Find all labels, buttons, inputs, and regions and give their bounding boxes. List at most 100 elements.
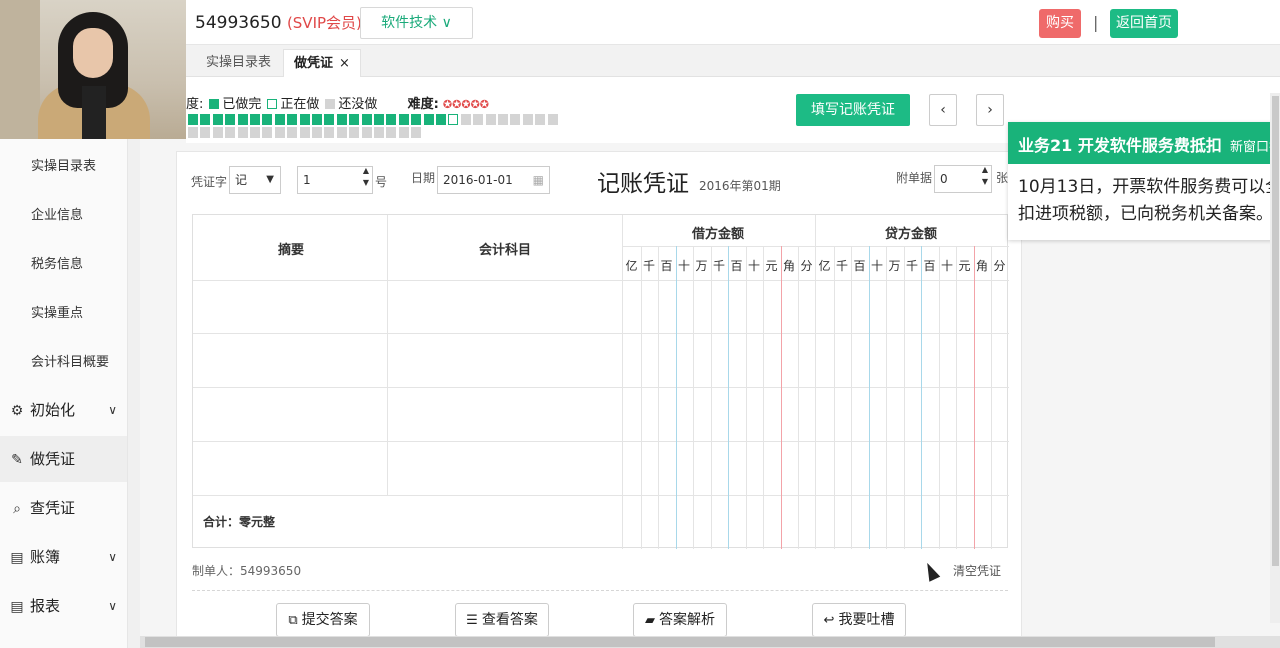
- horizontal-scroll-thumb[interactable]: [145, 637, 1215, 647]
- progress-cell[interactable]: [510, 114, 521, 125]
- stepper-arrows-icon[interactable]: ▲ ▼: [982, 164, 988, 188]
- sidebar-item-query-voucher[interactable]: ⌕ 查凭证: [0, 485, 127, 531]
- sidebar-item-key-points[interactable]: 实操重点: [31, 302, 83, 321]
- sidebar-item-init[interactable]: ⚙ 初始化 ∨: [0, 387, 127, 433]
- sidebar-label: 做凭证: [30, 450, 76, 468]
- sidebar-item-reports[interactable]: ▤ 报表 ∨: [0, 583, 127, 629]
- date-input[interactable]: 2016-01-01 ▦: [437, 166, 550, 194]
- sidebar-item-account-overview[interactable]: 会计科目概要: [31, 351, 109, 370]
- folder-open-icon: ▰: [645, 613, 655, 628]
- progress-cell[interactable]: [287, 127, 298, 138]
- attach-count-stepper[interactable]: 0 ▲ ▼: [934, 165, 992, 193]
- digit-header: 千: [835, 259, 848, 273]
- calendar-icon[interactable]: ▦: [533, 167, 544, 193]
- progress-cell[interactable]: [250, 127, 260, 138]
- progress-cell[interactable]: [225, 114, 236, 125]
- external-link-icon: ⧉: [288, 613, 298, 628]
- task-panel: 业务21 开发软件服务费抵扣 新窗口打开 10月13日，开票软件服务费可以全额抵…: [1008, 122, 1280, 240]
- sidebar-item-ledger[interactable]: ▤ 账簿 ∨: [0, 534, 127, 580]
- sidebar-label: 报表: [30, 597, 61, 615]
- progress-cell[interactable]: [262, 114, 273, 125]
- progress-cell[interactable]: [349, 114, 360, 125]
- progress-cell[interactable]: [324, 114, 335, 125]
- progress-cell[interactable]: [200, 127, 211, 138]
- progress-cell[interactable]: [212, 114, 223, 125]
- progress-cell[interactable]: [535, 114, 546, 125]
- progress-cell[interactable]: [398, 127, 409, 138]
- progress-cell[interactable]: [262, 127, 273, 138]
- tab-make-voucher[interactable]: 做凭证 ×: [283, 49, 361, 77]
- progress-cell[interactable]: [436, 114, 446, 125]
- fill-voucher-button[interactable]: 填写记账凭证: [796, 94, 910, 126]
- progress-cell[interactable]: [411, 127, 422, 138]
- progress-cell[interactable]: [411, 114, 422, 125]
- progress-cell[interactable]: [212, 127, 223, 138]
- view-answer-button[interactable]: ☰ 查看答案: [455, 603, 549, 637]
- progress-cell[interactable]: [473, 114, 484, 125]
- buy-button[interactable]: 购买: [1039, 9, 1081, 38]
- digit-header: 百: [853, 259, 866, 273]
- software-tech-dropdown[interactable]: 软件技术 ∨: [360, 7, 473, 39]
- progress-cell[interactable]: [423, 114, 434, 125]
- progress-cell[interactable]: [188, 127, 198, 138]
- progress-cell[interactable]: [188, 114, 198, 125]
- progress-cell[interactable]: [274, 114, 285, 125]
- progress-cell[interactable]: [299, 127, 310, 138]
- progress-cell[interactable]: [460, 114, 471, 125]
- close-icon[interactable]: ×: [339, 56, 350, 71]
- home-button[interactable]: 返回首页: [1110, 9, 1178, 38]
- progress-cell[interactable]: [336, 127, 347, 138]
- progress-cell[interactable]: [522, 114, 533, 125]
- progress-cell[interactable]: [547, 114, 558, 125]
- digit-divider: [728, 246, 729, 549]
- next-button[interactable]: ›: [976, 94, 1004, 126]
- button-label: 答案解析: [659, 612, 715, 628]
- progress-cell[interactable]: [312, 127, 322, 138]
- progress-cell[interactable]: [274, 127, 285, 138]
- progress-cell[interactable]: [374, 127, 384, 138]
- digit-divider: [973, 246, 975, 549]
- clear-voucher-link[interactable]: 清空凭证: [953, 562, 1001, 579]
- sidebar-item-make-voucher[interactable]: ✎ 做凭证: [0, 436, 127, 482]
- progress-cell[interactable]: [374, 114, 384, 125]
- gear-icon: ⚙: [10, 403, 24, 419]
- stepper-arrows-icon[interactable]: ▲ ▼: [363, 165, 369, 189]
- progress-cell[interactable]: [237, 114, 248, 125]
- sidebar-scrollbar[interactable]: [128, 139, 140, 648]
- tab-catalog[interactable]: 实操目录表: [196, 49, 281, 77]
- prev-button[interactable]: ‹: [929, 94, 957, 126]
- progress-cell[interactable]: [349, 127, 360, 138]
- digit-header: 角: [782, 259, 795, 273]
- progress-cell[interactable]: [498, 114, 508, 125]
- sidebar-item-catalog[interactable]: 实操目录表: [31, 155, 96, 174]
- sidebar-item-tax-info[interactable]: 税务信息: [31, 253, 83, 272]
- digit-divider: [868, 246, 870, 549]
- progress-cell[interactable]: [361, 114, 372, 125]
- progress-cell[interactable]: [386, 127, 397, 138]
- digit-divider: [780, 246, 782, 549]
- progress-cell[interactable]: [485, 114, 496, 125]
- progress-cell[interactable]: [324, 127, 335, 138]
- feedback-button[interactable]: ↩ 我要吐槽: [812, 603, 906, 637]
- progress-cell[interactable]: [250, 114, 260, 125]
- answer-analysis-button[interactable]: ▰ 答案解析: [633, 603, 727, 637]
- voucher-number-stepper[interactable]: 1 ▲ ▼: [297, 166, 373, 194]
- digit-divider: [886, 246, 887, 549]
- sidebar-item-company-info[interactable]: 企业信息: [31, 204, 83, 223]
- progress-cell[interactable]: [398, 114, 409, 125]
- progress-cell[interactable]: [448, 114, 459, 125]
- progress-cell[interactable]: [237, 127, 248, 138]
- progress-cell[interactable]: [386, 114, 397, 125]
- vertical-scroll-thumb[interactable]: [1272, 96, 1279, 566]
- progress-cell[interactable]: [361, 127, 372, 138]
- progress-cell[interactable]: [299, 114, 310, 125]
- progress-cell[interactable]: [225, 127, 236, 138]
- progress-cell[interactable]: [200, 114, 211, 125]
- submit-answer-button[interactable]: ⧉ 提交答案: [276, 603, 370, 637]
- progress-cell[interactable]: [287, 114, 298, 125]
- progress-label: 度:: [186, 97, 204, 112]
- sidebar-label: 查凭证: [30, 499, 76, 517]
- progress-cell[interactable]: [312, 114, 322, 125]
- progress-cell[interactable]: [336, 114, 347, 125]
- voucher-word-select[interactable]: 记 ▼: [229, 166, 281, 194]
